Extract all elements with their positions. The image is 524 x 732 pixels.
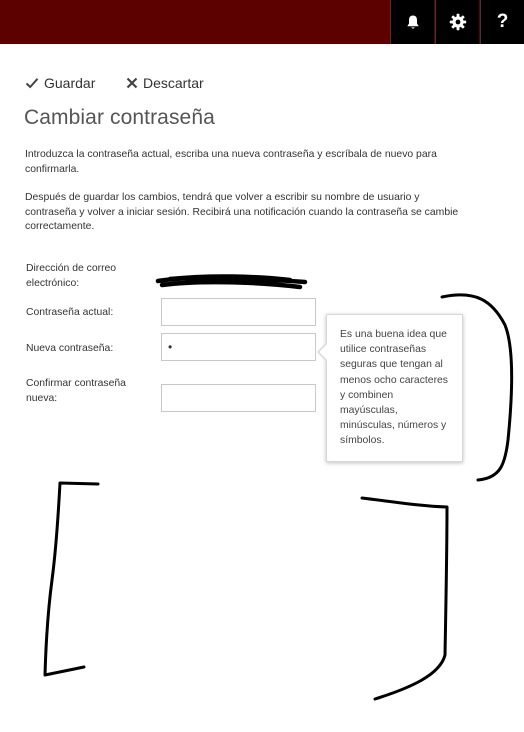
- save-label: Guardar: [44, 75, 96, 91]
- info-text: Después de guardar los cambios, tendrá q…: [25, 192, 459, 232]
- checkmark-icon: [25, 78, 39, 89]
- current-password-label: Contraseña actual:: [26, 307, 114, 318]
- bell-icon: [406, 15, 419, 29]
- email-label: Dirección de correo electrónico:: [26, 263, 117, 289]
- email-redaction-mark: [155, 274, 308, 290]
- discard-button[interactable]: Descartar: [126, 74, 204, 92]
- scribble-bottom-bracket: [360, 496, 449, 701]
- confirm-password-field[interactable]: [161, 384, 316, 412]
- confirm-password-label: Confirmar contraseña nueva:: [26, 378, 126, 404]
- tooltip-arrow-fill: [319, 343, 328, 361]
- intro-text: Introduzca la contraseña actual, escriba…: [25, 149, 437, 175]
- password-hint-tooltip: Es una buena idea que utilice contraseña…: [317, 314, 463, 462]
- new-password-field[interactable]: [161, 333, 316, 361]
- help-button[interactable]: ?: [480, 0, 524, 44]
- help-icon: ?: [496, 11, 509, 32]
- close-icon: [126, 77, 138, 89]
- settings-button[interactable]: [435, 0, 479, 44]
- discard-label: Descartar: [143, 75, 204, 91]
- gear-icon: [449, 13, 466, 31]
- notifications-button[interactable]: [390, 0, 434, 44]
- new-password-label: Nueva contraseña:: [26, 343, 114, 354]
- save-button[interactable]: Guardar: [25, 74, 95, 92]
- current-password-field[interactable]: [161, 298, 316, 326]
- top-navigation-bar: ?: [0, 0, 524, 44]
- scribble-left-bracket: [43, 481, 100, 677]
- page-title: Cambiar contraseña: [24, 106, 215, 129]
- password-hint-text: Es una buena idea que utilice contraseña…: [340, 329, 449, 447]
